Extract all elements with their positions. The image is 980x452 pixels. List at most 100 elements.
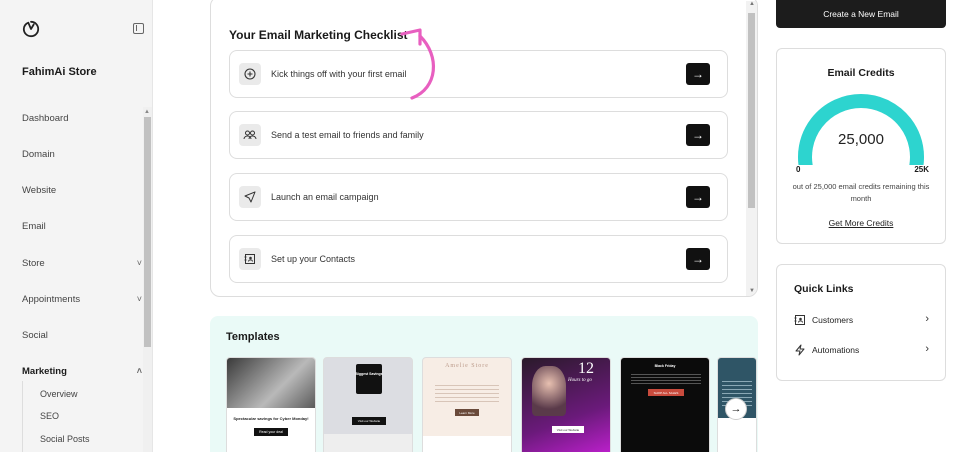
bolt-icon: [795, 344, 805, 356]
sidebar-item-label: Marketing: [22, 366, 67, 377]
annotation-arrow-icon: [400, 28, 435, 100]
quick-links-title: Quick Links: [794, 283, 854, 295]
sidebar-item-appointments[interactable]: Appointments ˅: [22, 294, 142, 305]
shopping-bag-icon: [356, 364, 382, 394]
checklist-scrollbar[interactable]: ▲ ▼: [746, 1, 757, 296]
arrow-right-button[interactable]: →: [686, 124, 710, 146]
template-cta: SHOP ALL SALES: [648, 389, 684, 396]
credits-note: out of 25,000 email credits remaining th…: [792, 182, 930, 203]
template-card[interactable]: Amelie Store Learn More: [422, 357, 512, 452]
contacts-icon: [794, 315, 805, 325]
checklist-item-first-email[interactable]: Kick things off with your first email →: [229, 50, 728, 98]
checklist-item-label: Send a test email to friends and family: [271, 130, 424, 140]
scrollbar-thumb[interactable]: [748, 13, 755, 208]
chevron-down-icon: ˅: [136, 258, 142, 268]
sidebar-item-label: Website: [22, 185, 57, 196]
quick-link-label: Customers: [812, 315, 854, 325]
sidebar-item-label: Domain: [22, 149, 55, 160]
template-card[interactable]: Biggest Savings Visit our Website: [323, 357, 413, 452]
template-heading: Biggest Savings: [355, 372, 383, 376]
sidebar-item-label: Dashboard: [22, 113, 69, 124]
get-more-credits-link[interactable]: Get More Credits: [777, 218, 945, 228]
contacts-icon: [239, 248, 261, 270]
template-image: [324, 434, 412, 452]
templates-section: Templates Spectacular savings for Cyber …: [210, 316, 758, 452]
checklist-item-label: Set up your Contacts: [271, 254, 356, 264]
template-image: [227, 358, 315, 408]
template-cta: Read your deal: [254, 428, 288, 436]
collapse-sidebar-icon[interactable]: [133, 23, 144, 34]
template-heading: Spectacular savings for Cyber Monday!: [233, 416, 309, 421]
arrow-right-button[interactable]: →: [686, 248, 710, 270]
sidebar-subitem-social-posts[interactable]: Social Posts: [40, 434, 90, 444]
template-card[interactable]: Spectacular savings for Cyber Monday! Re…: [226, 357, 316, 452]
template-cta: Visit our Website: [552, 426, 584, 433]
email-checklist-card: Your Email Marketing Checklist Kick thin…: [210, 0, 758, 297]
template-number: 12: [578, 360, 594, 377]
template-cta: Visit our Website: [352, 417, 386, 425]
sidebar: FahimAi Store Dashboard Domain Website E…: [0, 0, 153, 452]
scroll-up-icon[interactable]: ▲: [749, 1, 755, 7]
sidebar-item-dashboard[interactable]: Dashboard: [22, 113, 142, 124]
app-root: FahimAi Store Dashboard Domain Website E…: [0, 0, 980, 452]
users-icon: [239, 124, 261, 146]
sidebar-item-store[interactable]: Store ˅: [22, 258, 142, 269]
template-heading: Black Friday: [654, 364, 676, 368]
gauge-min-label: 0: [796, 165, 801, 174]
template-text: [435, 382, 499, 402]
chevron-down-icon: ˅: [136, 294, 142, 304]
quick-link-automations[interactable]: Automations ›: [794, 343, 929, 357]
credits-gauge: [798, 94, 924, 165]
template-card[interactable]: 12 Hours to go Visit our Website: [521, 357, 611, 452]
scroll-down-icon[interactable]: ▼: [749, 288, 755, 294]
templates-next-button[interactable]: →: [725, 398, 747, 420]
brand-logo-icon[interactable]: [22, 20, 40, 38]
sidebar-subitem-overview[interactable]: Overview: [40, 389, 78, 399]
template-footer: [718, 418, 756, 452]
sidebar-item-marketing[interactable]: Marketing ˄: [22, 366, 142, 377]
template-image: [532, 366, 566, 416]
send-icon: [239, 186, 261, 208]
checklist-item-label: Launch an email campaign: [271, 192, 379, 202]
store-name: FahimAi Store: [22, 66, 97, 78]
sidebar-item-website[interactable]: Website: [22, 185, 142, 196]
checklist-item-label: Kick things off with your first email: [271, 69, 407, 79]
submenu-divider: [22, 381, 23, 452]
template-heading: Amelie Store: [445, 363, 489, 369]
quick-links-card: Quick Links Customers › Automations ›: [776, 264, 946, 381]
arrow-right-button[interactable]: →: [686, 63, 710, 85]
quick-link-label: Automations: [812, 345, 860, 355]
template-footer: [423, 436, 511, 452]
gauge-max-label: 25K: [914, 165, 929, 174]
quick-link-customers[interactable]: Customers ›: [794, 313, 929, 327]
credits-value: 25,000: [838, 131, 884, 148]
email-credits-card: Email Credits 25,000 0 25K out of 25,000…: [776, 48, 946, 244]
chevron-right-icon: ›: [925, 313, 929, 325]
sidebar-item-label: Store: [22, 258, 45, 269]
sidebar-item-domain[interactable]: Domain: [22, 149, 142, 160]
sidebar-scrollbar[interactable]: ▲: [143, 107, 152, 452]
checklist-item-launch-campaign[interactable]: Launch an email campaign →: [229, 173, 728, 221]
template-heading: Hours to go: [568, 378, 592, 383]
create-new-email-button[interactable]: Create a New Email: [776, 0, 946, 28]
chevron-up-icon: ˄: [136, 366, 142, 376]
sidebar-item-label: Social: [22, 330, 48, 341]
sidebar-item-email[interactable]: Email: [22, 221, 142, 232]
sidebar-item-social[interactable]: Social: [22, 330, 142, 341]
plus-circle-icon: [239, 63, 261, 85]
checklist-title: Your Email Marketing Checklist: [229, 28, 408, 42]
template-cta: Learn More: [455, 409, 479, 416]
checklist-item-contacts[interactable]: Set up your Contacts →: [229, 235, 728, 283]
scroll-up-icon[interactable]: ▲: [144, 109, 150, 115]
template-card[interactable]: Black Friday SHOP ALL SALES: [620, 357, 710, 452]
arrow-right-button[interactable]: →: [686, 186, 710, 208]
templates-title: Templates: [226, 331, 280, 343]
sidebar-item-label: Appointments: [22, 294, 81, 305]
sidebar-item-label: Email: [22, 221, 46, 232]
checklist-item-test-email[interactable]: Send a test email to friends and family …: [229, 111, 728, 159]
scrollbar-thumb[interactable]: [144, 117, 151, 347]
chevron-right-icon: ›: [925, 343, 929, 355]
sidebar-subitem-seo[interactable]: SEO: [40, 411, 59, 421]
credits-title: Email Credits: [827, 67, 895, 79]
template-text: [631, 372, 701, 384]
